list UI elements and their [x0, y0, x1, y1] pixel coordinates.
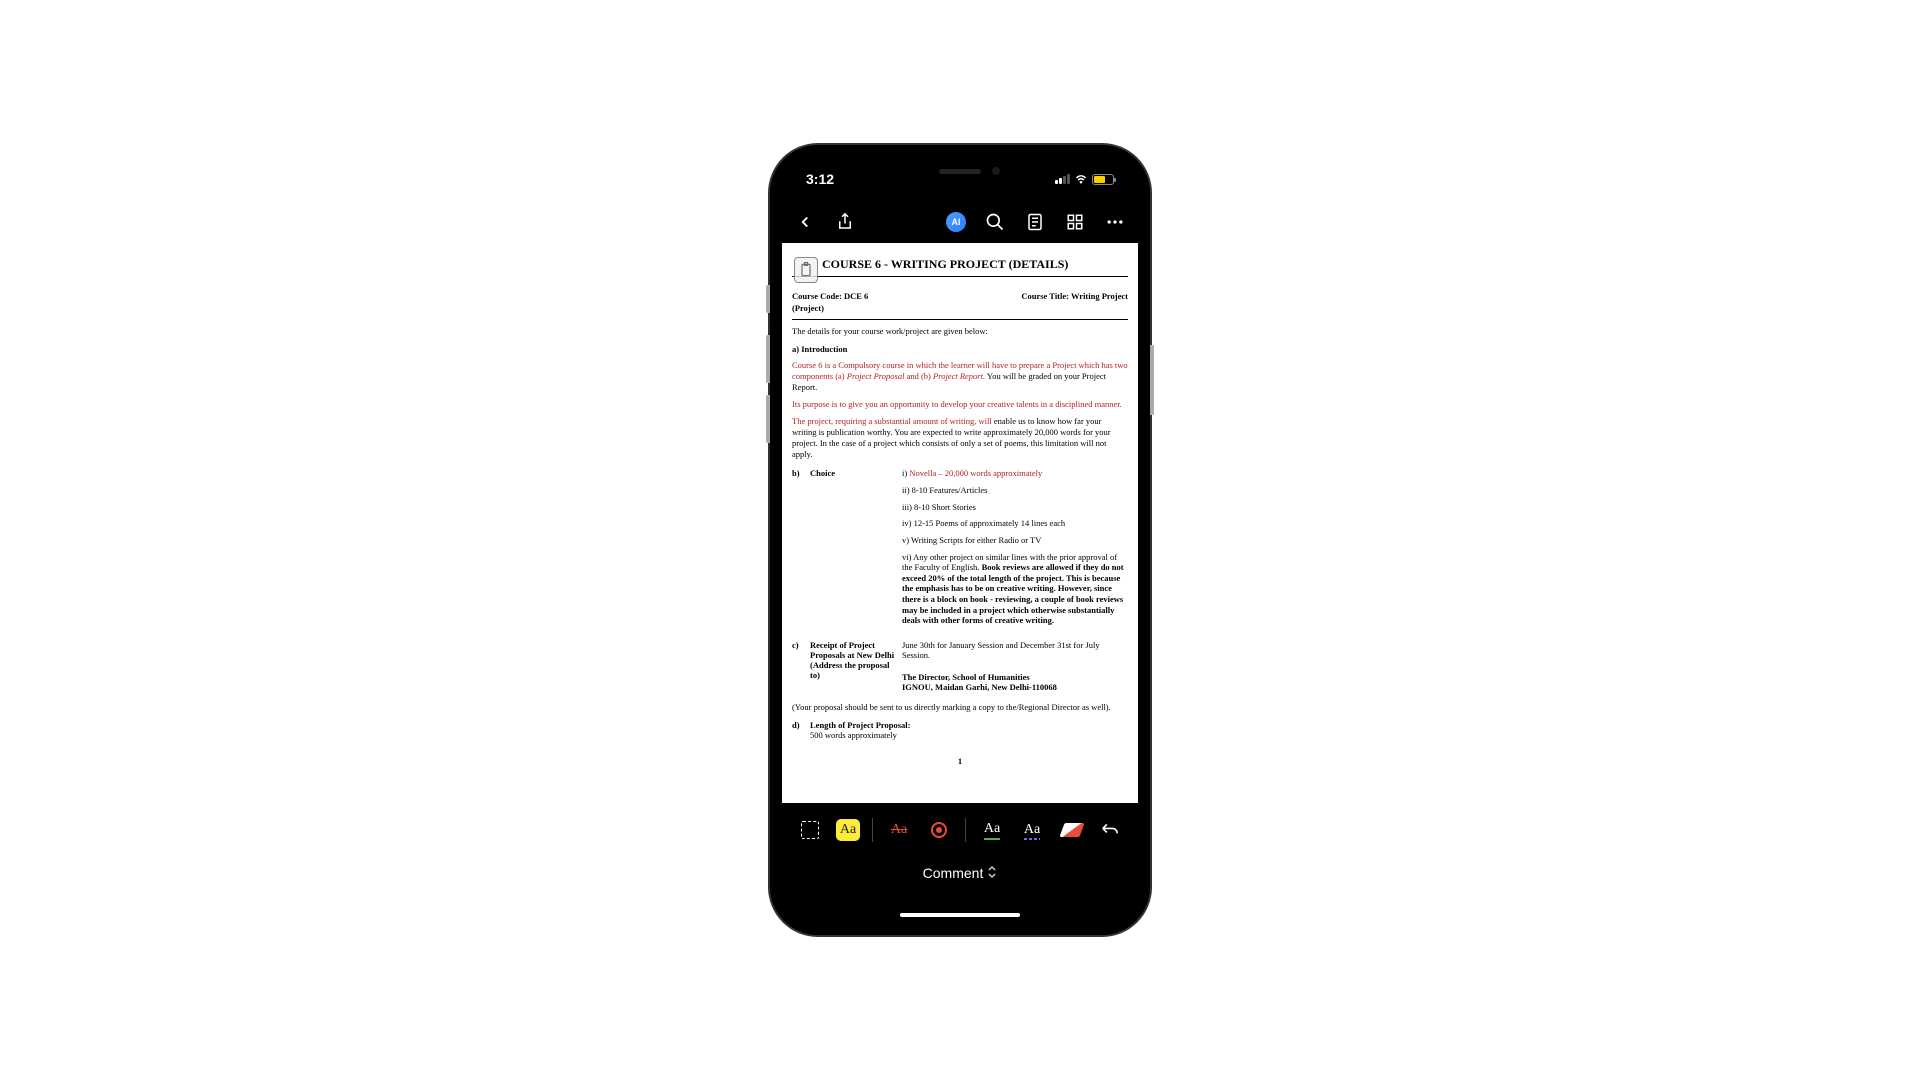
eraser-tool[interactable] [1058, 816, 1086, 844]
mode-label: Comment [923, 865, 984, 881]
section-c-deadline: June 30th for January Session and Decemb… [902, 640, 1128, 660]
section-d-content: Length of Project Proposal: 500 words ap… [810, 720, 911, 740]
app-topbar: AI [782, 201, 1138, 243]
status-time: 3:12 [806, 171, 834, 187]
ai-button[interactable]: AI [946, 212, 966, 232]
phone-frame: 3:12 AI [770, 145, 1150, 935]
document-area[interactable]: COURSE 6 - WRITING PROJECT (DETAILS) Cou… [782, 243, 1138, 803]
course-line: Course Code: DCE 6 Course Title: Writing… [792, 291, 1128, 301]
home-indicator[interactable] [900, 913, 1020, 917]
volume-up [766, 335, 770, 383]
choice-v: v) Writing Scripts for either Radio or T… [902, 535, 1128, 546]
notch [870, 157, 1050, 185]
mode-bar[interactable]: Comment [782, 853, 1138, 893]
volume-down [766, 395, 770, 443]
back-button[interactable] [794, 211, 816, 233]
squiggle-tool[interactable]: Aa [1018, 816, 1046, 844]
choice-iv: iv) 12-15 Poems of approximately 14 line… [902, 518, 1128, 529]
section-c-address: The Director, School of Humanities IGNOU… [902, 672, 1128, 692]
section-b: b) Choice i) Novella – 20,000 words appr… [792, 468, 1128, 632]
section-b-content: i) Novella – 20,000 words approximately … [902, 468, 1128, 632]
course-code: Course Code: DCE 6 [792, 291, 868, 301]
power-button [1150, 345, 1154, 415]
para1: Course 6 is a Compulsory course in which… [792, 360, 1128, 393]
signal-icon [1055, 174, 1070, 184]
wifi-icon [1074, 174, 1088, 184]
front-camera [992, 167, 1000, 175]
choice-i: i) Novella – 20,000 words approximately [902, 468, 1128, 479]
undo-button[interactable] [1096, 816, 1124, 844]
section-c: c) Receipt of Project Proposals at New D… [792, 640, 1128, 692]
status-right [1055, 174, 1114, 185]
battery-icon [1092, 174, 1114, 185]
section-b-label: Choice [810, 468, 896, 632]
para2: Its purpose is to give you an opportunit… [792, 399, 1128, 410]
section-c-note: (Your proposal should be sent to us dire… [792, 702, 1128, 712]
grid-button[interactable] [1064, 211, 1086, 233]
record-tool[interactable] [925, 816, 953, 844]
battery-fill [1094, 176, 1105, 183]
tool-divider [965, 818, 966, 842]
outline-button[interactable] [1024, 211, 1046, 233]
section-c-letter: c) [792, 640, 804, 692]
chevron-updown-icon [987, 865, 997, 882]
choice-iii: iii) 8-10 Short Stories [902, 502, 1128, 513]
doc-title: COURSE 6 - WRITING PROJECT (DETAILS) [792, 257, 1128, 277]
section-b-letter: b) [792, 468, 804, 632]
underline-tool[interactable]: Aa [978, 816, 1006, 844]
section-d-value: 500 words approximately [810, 730, 911, 740]
section-d: d) Length of Project Proposal: 500 words… [792, 720, 1128, 740]
course-title: Course Title: Writing Project [1021, 291, 1128, 301]
section-c-label: Receipt of Project Proposals at New Delh… [810, 640, 896, 692]
section-d-letter: d) [792, 720, 804, 740]
screen: 3:12 AI [782, 157, 1138, 923]
search-button[interactable] [984, 211, 1006, 233]
highlight-tool[interactable]: Aa [836, 819, 860, 841]
page-number: 1 [792, 756, 1128, 766]
choice-vi: vi) Any other project on similar lines w… [902, 552, 1128, 626]
tool-divider [872, 818, 873, 842]
strikethrough-tool[interactable]: Aa [885, 816, 913, 844]
speaker [939, 169, 981, 174]
details-intro: The details for your course work/project… [792, 326, 1128, 336]
section-c-content: June 30th for January Session and Decemb… [902, 640, 1128, 692]
share-button[interactable] [834, 211, 856, 233]
annotation-toolbar: Aa Aa Aa Aa [782, 807, 1138, 853]
clipboard-icon[interactable] [794, 257, 818, 283]
mute-switch [766, 285, 770, 313]
tool-group-left: Aa Aa Aa Aa [796, 816, 1086, 844]
section-a-heading: a) Introduction [792, 344, 1128, 354]
select-tool[interactable] [796, 816, 824, 844]
more-button[interactable] [1104, 211, 1126, 233]
choice-ii: ii) 8-10 Features/Articles [902, 485, 1128, 496]
choice-list: i) Novella – 20,000 words approximately … [902, 468, 1128, 626]
section-d-label: Length of Project Proposal: [810, 720, 911, 730]
divider [792, 319, 1128, 320]
para3: The project, requiring a substantial amo… [792, 416, 1128, 460]
project-label: (Project) [792, 303, 1128, 313]
